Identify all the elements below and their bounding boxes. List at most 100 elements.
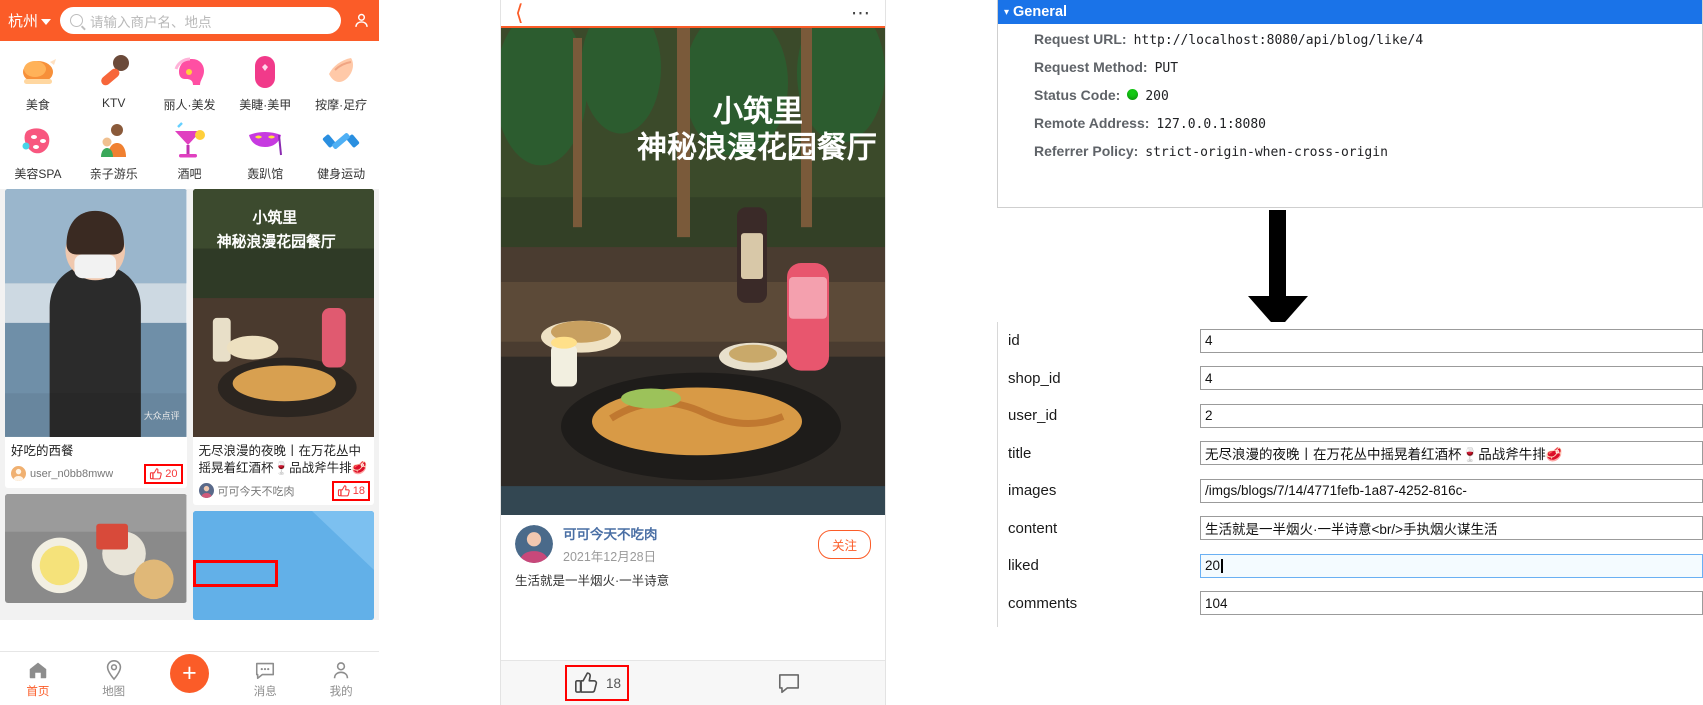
follow-button[interactable]: 关注	[817, 529, 871, 559]
waterfall-column-left: 大众点评 好吃的西餐 user_n0bb8mww 20	[5, 189, 187, 620]
category-label: 美食	[25, 98, 50, 112]
devtools-row-list: Request URL: http://localhost:8080/api/b…	[998, 24, 1702, 160]
db-field-label: shop_id	[1008, 369, 1061, 387]
post-title: 好吃的西餐	[11, 443, 74, 458]
post-author-name: user_n0bb8mww	[30, 467, 114, 480]
category-item[interactable]: 美食	[0, 47, 76, 116]
person-icon[interactable]	[352, 11, 371, 30]
blog-like-count: 18	[605, 675, 622, 691]
devtools-row-key: Request Method:	[1034, 59, 1148, 75]
dianping-app-left-panel: 杭州 请输入商户名、地点 美食 KTV 丽人·美发 美睫·美甲 按摩·足疗 美容…	[0, 0, 379, 705]
flow-arrow-icon	[1248, 210, 1308, 330]
back-chevron-icon[interactable]: ⟨	[515, 2, 524, 24]
plus-icon[interactable]: +	[169, 654, 209, 693]
post-card[interactable]: 大众点评 好吃的西餐 user_n0bb8mww 20	[5, 189, 187, 488]
devtools-section-header[interactable]: ▾ General	[998, 0, 1702, 24]
blog-like-button[interactable]: 18	[501, 665, 693, 701]
db-field-row: content 生活就是一半烟火·一半诗意<br/>手执烟火谋生活	[998, 510, 1703, 548]
like-highlight-box: 18	[564, 665, 630, 701]
post-like-button[interactable]: 18	[331, 480, 371, 501]
devtools-row: Referrer Policy: strict-origin-when-cros…	[1034, 143, 1702, 160]
category-item[interactable]: KTV	[76, 47, 152, 116]
devtools-row-key: Remote Address:	[1034, 115, 1150, 131]
category-item[interactable]: 美容SPA	[0, 116, 76, 185]
blog-author-meta: 可可今天不吃肉 2021年12月28日	[563, 523, 808, 565]
post-footer: user_n0bb8mww 20	[5, 462, 187, 488]
devtools-row-value: PUT	[1154, 61, 1179, 76]
db-field-input[interactable]: 104	[1200, 591, 1703, 616]
party-mask-icon	[249, 132, 283, 156]
category-item[interactable]: 亲子游乐	[76, 116, 152, 185]
category-label: 按摩·足疗	[315, 98, 368, 112]
db-field-input[interactable]: 4	[1200, 328, 1703, 353]
db-field-label: images	[1008, 482, 1057, 500]
blog-date: 2021年12月28日	[563, 550, 657, 564]
tab-label: 地图	[102, 685, 126, 698]
db-field-label: id	[1008, 332, 1020, 350]
detail-navbar: ⟨ ⋯	[501, 0, 885, 26]
post-author[interactable]: 可可今天不吃肉	[198, 483, 295, 499]
database-record-form: id 4 shop_id 4 user_id 2 title 无尽浪漫的夜晚丨在…	[997, 322, 1703, 627]
db-field-input[interactable]: /imgs/blogs/7/14/4771fefb-1a87-4252-816c…	[1200, 478, 1703, 503]
blog-comment-button[interactable]	[693, 670, 885, 696]
db-field-input[interactable]: 生活就是一半烟火·一半诗意<br/>手执烟火谋生活	[1200, 516, 1703, 541]
nail-polish-icon	[255, 56, 276, 88]
search-input[interactable]: 请输入商户名、地点	[60, 7, 341, 34]
city-label: 杭州	[8, 13, 39, 30]
city-selector[interactable]: 杭州	[8, 10, 52, 31]
blog-author-name[interactable]: 可可今天不吃肉	[563, 523, 808, 543]
tab-label: 消息	[253, 685, 277, 698]
db-field-input[interactable]: 4	[1200, 366, 1703, 391]
devtools-row-value: 127.0.0.1:8080	[1156, 117, 1266, 132]
devtools-row-key: Status Code:	[1034, 87, 1121, 103]
svg-text:神秘浪漫花园餐厅: 神秘浪漫花园餐厅	[637, 131, 877, 165]
category-item[interactable]: 丽人·美发	[152, 47, 228, 116]
face-mask-icon	[22, 128, 50, 154]
category-grid: 美食 KTV 丽人·美发 美睫·美甲 按摩·足疗 美容SPA 亲子游乐 酒吧 轰…	[0, 41, 379, 189]
blog-hero-image: 小筑里 神秘浪漫花园餐厅	[501, 26, 885, 515]
post-thumbnail	[192, 510, 374, 620]
db-field-row: id 4	[998, 322, 1703, 360]
db-field-row: title 无尽浪漫的夜晚丨在万花丛中摇晃着红酒杯🍷品战斧牛排🥩	[998, 435, 1703, 473]
post-like-count: 20	[165, 467, 178, 480]
category-item[interactable]: 健身运动	[303, 116, 379, 185]
bottom-tabbar: 首页 地图 + 消息 我的	[0, 651, 379, 705]
post-card[interactable]	[192, 510, 374, 620]
post-card[interactable]: 小筑里 神秘浪漫花园餐厅 无尽浪漫的夜晚丨在万花丛中摇晃着红酒杯🍷品战斧牛排🥩	[192, 189, 374, 505]
devtools-row-key: Request URL:	[1034, 31, 1127, 47]
tab-add[interactable]: +	[152, 654, 228, 693]
avatar[interactable]	[515, 525, 553, 563]
tab-home[interactable]: 首页	[0, 659, 76, 699]
tab-messages[interactable]: 消息	[227, 659, 303, 699]
more-dots-icon[interactable]: ⋯	[851, 4, 871, 23]
db-field-label: user_id	[1008, 407, 1058, 425]
microphone-icon	[100, 55, 129, 86]
map-pin-icon	[106, 659, 121, 680]
blog-detail-panel: ⟨ ⋯ 小筑里 神秘浪漫花园餐厅 可可今天不吃肉 2021年12月28日 关注 …	[501, 0, 885, 705]
category-item[interactable]: 美睫·美甲	[227, 47, 303, 116]
db-field-input[interactable]: 无尽浪漫的夜晚丨在万花丛中摇晃着红酒杯🍷品战斧牛排🥩	[1200, 441, 1703, 466]
category-item[interactable]: 按摩·足疗	[303, 47, 379, 116]
post-card[interactable]	[5, 493, 187, 603]
db-field-label: liked	[1008, 557, 1039, 575]
blog-author-row: 可可今天不吃肉 2021年12月28日 关注	[501, 515, 885, 569]
devtools-row-value[interactable]: http://localhost:8080/api/blog/like/4	[1134, 33, 1424, 48]
svg-text:小筑里: 小筑里	[713, 95, 803, 129]
tab-map[interactable]: 地图	[76, 659, 152, 699]
category-item[interactable]: 酒吧	[152, 116, 228, 185]
search-icon	[70, 14, 84, 27]
chat-bubble-icon	[256, 662, 275, 679]
db-field-row: shop_id 4	[998, 360, 1703, 398]
post-like-button[interactable]: 20	[144, 463, 183, 484]
search-placeholder: 请输入商户名、地点	[90, 14, 212, 30]
db-field-input[interactable]: 2	[1200, 403, 1703, 428]
category-item[interactable]: 轰趴馆	[227, 116, 303, 185]
category-label: 健身运动	[317, 167, 366, 181]
svg-text:大众点评: 大众点评	[144, 410, 180, 421]
devtools-row: Request URL: http://localhost:8080/api/b…	[1034, 31, 1702, 48]
devtools-row: Request Method: PUT	[1034, 59, 1702, 76]
post-author[interactable]: user_n0bb8mww	[11, 466, 114, 482]
tab-profile[interactable]: 我的	[303, 659, 379, 699]
category-label: KTV	[102, 96, 126, 110]
db-field-input-liked[interactable]: 20	[1200, 553, 1703, 578]
